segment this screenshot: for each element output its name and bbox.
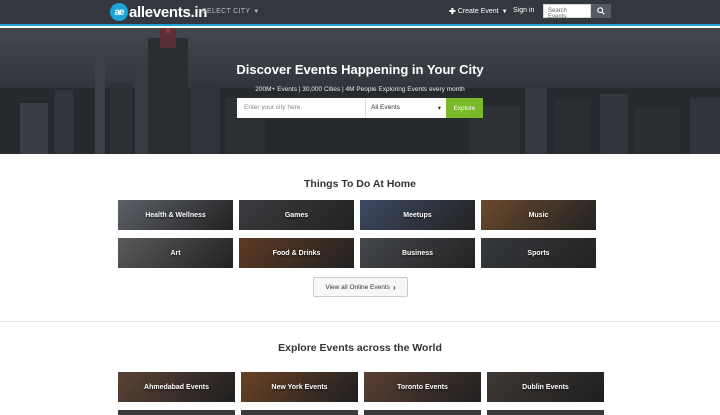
view-all-online-events-button[interactable]: View all Online Events › xyxy=(313,277,408,297)
create-event-button[interactable]: ✚ Create Event ▼ xyxy=(449,7,508,16)
city-tile-next-row[interactable] xyxy=(241,410,358,415)
category-tile[interactable]: Meetups xyxy=(360,200,475,230)
select-city-label: SELECT CITY xyxy=(202,8,251,15)
create-event-label: Create Event xyxy=(457,8,499,15)
category-tile-label: Art xyxy=(170,249,181,257)
top-navbar: ae allevents.in SELECT CITY ▼ ✚ Create E… xyxy=(0,0,720,26)
city-tile-next-row[interactable] xyxy=(487,410,604,415)
site-logo[interactable]: ae allevents.in xyxy=(110,3,207,21)
category-tile[interactable]: Food & Drinks xyxy=(239,238,354,268)
city-tile[interactable]: Dublin Events xyxy=(487,372,604,402)
hero-banner: Discover Events Happening in Your City 2… xyxy=(0,28,720,154)
hero-search-bar: Enter your city here All Events ▾ Explor… xyxy=(237,98,483,118)
world-section-title: Explore Events across the World xyxy=(278,342,442,354)
category-tile[interactable]: Business xyxy=(360,238,475,268)
category-tile-label: Meetups xyxy=(403,211,432,219)
city-tile[interactable]: New York Events xyxy=(241,372,358,402)
caret-down-icon: ▼ xyxy=(501,8,508,15)
city-tile[interactable]: Toronto Events xyxy=(364,372,481,402)
select-city-dropdown[interactable]: SELECT CITY ▼ xyxy=(202,8,260,15)
category-tile[interactable]: Games xyxy=(239,200,354,230)
chevron-right-icon: › xyxy=(392,282,396,292)
caret-down-icon: ▼ xyxy=(253,8,260,15)
category-tile-label: Health & Wellness xyxy=(145,211,206,219)
category-tile-label: Sports xyxy=(527,249,550,257)
events-select[interactable]: All Events ▾ xyxy=(366,98,446,118)
logo-badge-icon: ae xyxy=(110,3,128,21)
city-input[interactable]: Enter your city here xyxy=(237,98,366,118)
city-tile-next-row[interactable] xyxy=(364,410,481,415)
city-tile-label: Ahmedabad Events xyxy=(144,383,209,391)
category-tile-label: Music xyxy=(528,211,549,219)
city-tile[interactable]: Ahmedabad Events xyxy=(118,372,235,402)
explore-button[interactable]: Explore xyxy=(446,98,483,118)
hero-subtitle: 200M+ Events | 30,000 Cities | 4M People… xyxy=(255,86,465,93)
city-tile-label: Dublin Events xyxy=(522,383,569,391)
category-tile[interactable]: Music xyxy=(481,200,596,230)
city-tile-label: New York Events xyxy=(271,383,328,391)
city-tile-next-row[interactable] xyxy=(118,410,235,415)
category-tile-label: Games xyxy=(284,211,309,219)
events-select-value: All Events xyxy=(371,104,400,111)
chevron-down-icon: ▾ xyxy=(437,105,441,112)
section-divider xyxy=(0,321,720,322)
search-button[interactable] xyxy=(591,4,611,18)
plus-icon: ✚ xyxy=(449,7,456,16)
logo-text: allevents.in xyxy=(129,3,208,21)
category-tile[interactable]: Sports xyxy=(481,238,596,268)
category-tile[interactable]: Health & Wellness xyxy=(118,200,233,230)
hero-title: Discover Events Happening in Your City xyxy=(236,62,484,77)
category-tile-label: Food & Drinks xyxy=(272,249,321,257)
category-tile-label: Business xyxy=(401,249,434,257)
sign-in-link[interactable]: Sign in xyxy=(513,7,534,14)
home-section-title: Things To Do At Home xyxy=(304,178,416,190)
search-input[interactable]: Search Events xyxy=(543,4,591,20)
view-all-label: View all Online Events xyxy=(325,283,390,291)
search-icon xyxy=(597,7,605,15)
city-tile-label: Toronto Events xyxy=(397,383,448,391)
category-tile[interactable]: Art xyxy=(118,238,233,268)
